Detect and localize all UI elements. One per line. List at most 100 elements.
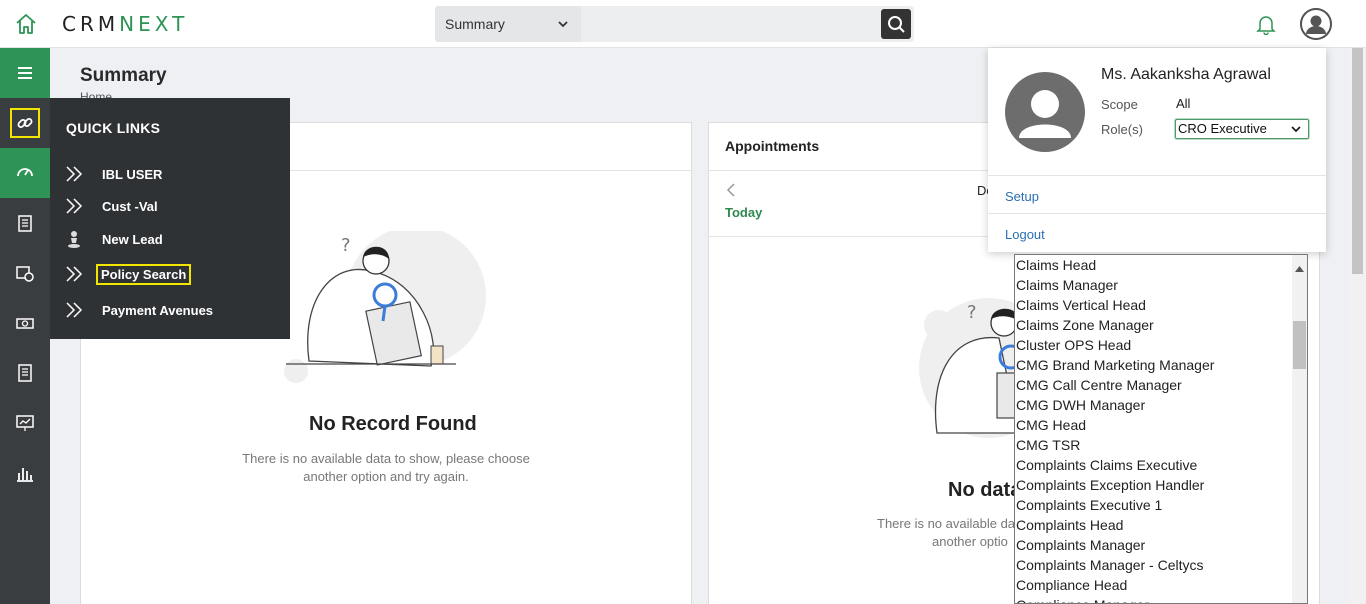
role-option[interactable]: Claims Zone Manager <box>1015 315 1307 335</box>
home-icon[interactable] <box>14 12 38 36</box>
quick-link-label: New Lead <box>102 231 163 247</box>
quick-link-label: Cust -Val <box>102 198 158 214</box>
role-option[interactable]: Claims Manager <box>1015 275 1307 295</box>
page-scrollbar[interactable] <box>1349 48 1366 604</box>
top-bar: CRMNEXT Summary <box>0 0 1366 48</box>
quick-links-panel: QUICK LINKS IBL USER Cust -Val New Lead … <box>50 98 290 339</box>
role-option[interactable]: Complaints Exception Handler <box>1015 475 1307 495</box>
sidebar-item-documents[interactable] <box>0 348 50 398</box>
speedometer-icon <box>17 168 33 177</box>
profile-avatar <box>1005 72 1085 152</box>
quick-link-new-lead[interactable]: New Lead <box>64 227 264 251</box>
role-option[interactable]: Complaints Claims Executive <box>1015 455 1307 475</box>
empty-state-description: There is no available data to show, plea… <box>231 450 541 486</box>
sidebar-item-calendar[interactable] <box>0 248 50 298</box>
divider <box>988 175 1326 176</box>
user-avatar-button[interactable] <box>1300 8 1332 40</box>
person-icon <box>68 231 80 248</box>
hamburger-icon <box>18 67 32 79</box>
role-option[interactable]: Claims Vertical Head <box>1015 295 1307 315</box>
sidebar-item-dashboard[interactable] <box>0 148 50 198</box>
left-sidebar <box>0 48 50 604</box>
sidebar-item-presentation[interactable] <box>0 398 50 448</box>
role-option[interactable]: Complaints Head <box>1015 515 1307 535</box>
role-select-value: CRO Executive <box>1178 121 1267 136</box>
profile-dropdown: Ms. Aakanksha Agrawal Scope All Role(s) … <box>988 48 1326 252</box>
empty-state-desc-line-1: There is no available data to show, plea… <box>242 451 530 466</box>
role-option[interactable]: CMG Call Centre Manager <box>1015 375 1307 395</box>
role-option[interactable]: Complaints Manager <box>1015 535 1307 555</box>
divider <box>988 213 1326 214</box>
quick-link-payment-avenues[interactable]: Payment Avenues <box>64 298 264 322</box>
logout-link[interactable]: Logout <box>1005 227 1045 242</box>
clipboard-icon <box>18 215 32 232</box>
empty-state-desc-line-2: another option and try again. <box>303 469 469 484</box>
empty-state-title: No Record Found <box>309 413 477 435</box>
search-scope-value: Summary <box>445 16 505 32</box>
double-chevron-icon <box>66 198 83 214</box>
user-icon <box>1300 8 1332 40</box>
quick-link-policy-search[interactable]: Policy Search <box>64 262 264 286</box>
scope-label: Scope <box>1101 97 1138 112</box>
role-option[interactable]: Complaints Manager - Celtycs <box>1015 555 1307 575</box>
no-data-illustration: ? <box>919 298 1019 438</box>
app-logo: CRMNEXT <box>62 12 189 36</box>
role-option[interactable]: Compliance Head <box>1015 575 1307 595</box>
appointments-empty-title: No data <box>948 479 1022 501</box>
setup-link[interactable]: Setup <box>1005 189 1039 204</box>
profile-name: Ms. Aakanksha Agrawal <box>1101 66 1271 83</box>
quick-link-label: Policy Search <box>95 263 192 285</box>
sidebar-item-quick-links[interactable] <box>0 98 50 148</box>
quick-link-label: IBL USER <box>102 166 163 182</box>
double-chevron-icon <box>66 302 83 318</box>
role-option[interactable]: CMG Brand Marketing Manager <box>1015 355 1307 375</box>
role-option[interactable]: CMG TSR <box>1015 435 1307 455</box>
role-options-listbox[interactable]: Claims Head Claims Manager Claims Vertic… <box>1014 254 1308 604</box>
scope-value: All <box>1176 96 1191 111</box>
role-option[interactable]: Cluster OPS Head <box>1015 335 1307 355</box>
svg-text:?: ? <box>967 302 977 323</box>
quick-link-label: Payment Avenues <box>102 302 214 318</box>
appointments-empty-desc: There is no available dat another optio <box>877 515 1027 551</box>
sidebar-item-tasks[interactable] <box>0 198 50 248</box>
document-icon <box>18 364 32 382</box>
role-option[interactable]: Complaints Executive 1 <box>1015 495 1307 515</box>
appointments-empty-desc-line-1: There is no available dat <box>877 516 1019 531</box>
money-icon <box>16 318 34 329</box>
chevron-down-icon <box>557 17 569 33</box>
calendar-clock-icon <box>16 266 34 282</box>
search-scope-select[interactable]: Summary <box>435 6 581 42</box>
role-option[interactable]: Compliance Manager <box>1015 595 1307 603</box>
search-button[interactable] <box>881 9 911 39</box>
quick-link-ibl-user[interactable]: IBL USER <box>64 162 264 186</box>
role-select[interactable]: CRO Executive <box>1175 119 1309 139</box>
roles-label: Role(s) <box>1101 122 1143 137</box>
presentation-icon <box>16 415 34 431</box>
global-search: Summary <box>435 6 914 42</box>
quick-links-title: QUICK LINKS <box>66 120 161 136</box>
role-option[interactable]: CMG Head <box>1015 415 1307 435</box>
no-record-illustration: ? <box>284 231 486 383</box>
role-option[interactable]: CMG DWH Manager <box>1015 395 1307 415</box>
search-icon <box>888 16 905 33</box>
page-scrollbar-thumb[interactable] <box>1352 48 1363 274</box>
listbox-scrollbar-thumb[interactable] <box>1293 321 1306 369</box>
quick-link-cust-val[interactable]: Cust -Val <box>64 194 264 218</box>
sidebar-item-payments[interactable] <box>0 298 50 348</box>
menu-toggle-button[interactable] <box>0 48 50 98</box>
link-icon <box>10 108 40 138</box>
today-link[interactable]: Today <box>725 205 762 220</box>
role-option[interactable]: Claims Head <box>1015 255 1307 275</box>
double-chevron-icon <box>66 166 83 182</box>
chevron-left-icon[interactable] <box>725 183 737 202</box>
listbox-scrollbar[interactable] <box>1292 255 1307 603</box>
chevron-down-icon <box>1290 123 1302 138</box>
user-icon <box>1019 90 1071 138</box>
scroll-up-icon[interactable] <box>1295 259 1304 277</box>
page-title: Summary <box>80 65 167 86</box>
role-options: Claims Head Claims Manager Claims Vertic… <box>1015 255 1307 603</box>
svg-text:?: ? <box>341 235 351 256</box>
search-input[interactable] <box>585 10 875 38</box>
bell-icon[interactable] <box>1255 13 1277 36</box>
sidebar-item-reports[interactable] <box>0 448 50 498</box>
